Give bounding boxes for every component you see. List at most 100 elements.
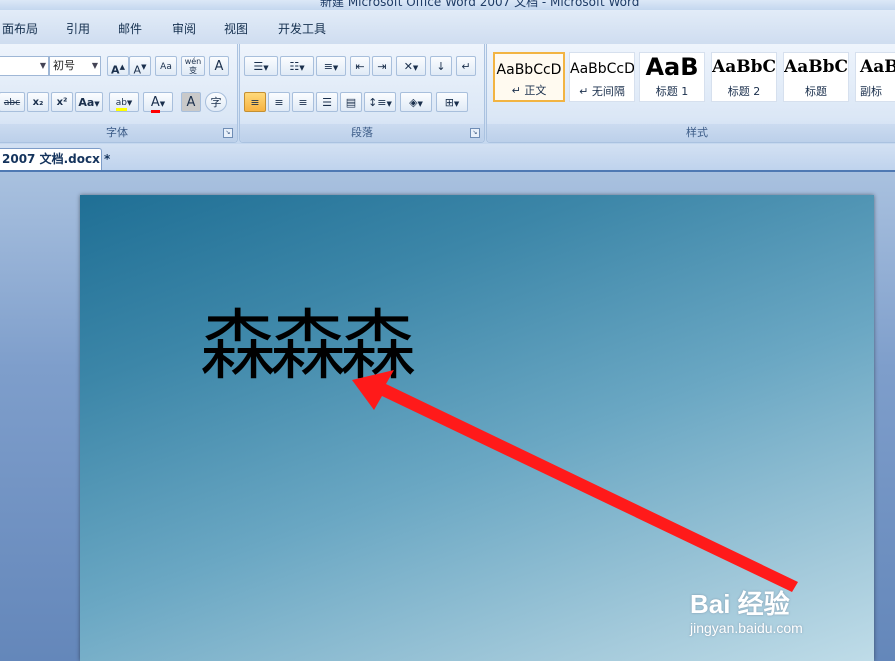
window-title: 新建 Microsoft Office Word 2007 文档 - Micro… (320, 0, 640, 9)
strikethrough-button[interactable]: abc (0, 92, 25, 112)
enclose-char-button[interactable]: 字 (205, 92, 227, 112)
document-tab[interactable]: 2007 文档.docx * (0, 148, 110, 170)
increase-indent-icon: ⇥ (377, 60, 387, 73)
numbered-list-icon: ☷ (289, 60, 300, 73)
style-name: 标题 2 (727, 85, 761, 98)
baidu-logo: Bai 经验 (690, 589, 790, 619)
font-color-button[interactable]: A▼ (143, 92, 173, 113)
style-sample: AaBbCcD (570, 61, 635, 77)
numbering-button[interactable]: ☷▼ (280, 56, 314, 76)
grow-font-button[interactable]: A▲ (107, 56, 129, 77)
dialog-launcher-icon[interactable]: ↘ (223, 128, 233, 138)
multilevel-list-icon: ≡ (323, 60, 333, 73)
enclose-label: 字 (210, 96, 222, 109)
font-size-combo[interactable]: 初号 ▼ (49, 56, 101, 76)
chevron-down-icon: ▼ (91, 61, 98, 70)
distributed-icon: ▤ (345, 96, 357, 109)
tab-review[interactable]: 审阅 (172, 20, 196, 37)
increase-indent-button[interactable]: ⇥ (372, 56, 392, 76)
line-spacing-icon: ↕≡ (368, 96, 387, 109)
chinese-layout-button[interactable]: ✕▼ (396, 56, 426, 76)
red-arrow-annotation (352, 370, 798, 592)
tab-developer[interactable]: 开发工具 (278, 20, 326, 37)
style-no-spacing[interactable]: AaBbCcD ↵ 无间隔 (569, 52, 635, 102)
align-right-button[interactable]: ≡ (292, 92, 314, 112)
highlight-button[interactable]: ab▼ (109, 92, 139, 112)
char-border-button[interactable]: A (209, 56, 229, 76)
style-normal[interactable]: AaBbCcD ↵ 正文 (493, 52, 565, 102)
highlighter-icon: ab (115, 98, 127, 111)
style-heading-1[interactable]: AaB 标题 1 (639, 52, 705, 102)
case-label: Aa (78, 96, 95, 109)
style-sample: AaBbC (784, 57, 848, 77)
style-name: 标题 1 (655, 85, 689, 98)
align-left-button[interactable]: ≡ (244, 92, 266, 112)
align-center-icon: ≡ (274, 96, 284, 109)
multilevel-list-button[interactable]: ≡▼ (316, 56, 346, 76)
sup-label: x² (56, 97, 68, 108)
font-size-value: 初号 (53, 59, 75, 72)
shrink-font-button[interactable]: A▼ (129, 56, 151, 77)
shrink-font-label: A (133, 63, 142, 77)
subscript-button[interactable]: x₂ (27, 92, 49, 112)
eraser-icon: Aa (160, 62, 172, 72)
tab-references[interactable]: 引用 (66, 20, 90, 37)
wen-char-icon: 变 (189, 66, 197, 75)
styles-group: AaBbCcD ↵ 正文 AaBbCcD ↵ 无间隔 AaB 标题 1 AaBb… (486, 44, 895, 143)
ribbon: ▼ 初号 ▼ A▲ A▼ Aa wén 变 A abc x₂ x² Aa▼ ab▼… (0, 44, 895, 144)
phonetic-label: wén (184, 57, 202, 66)
shade-label: A (186, 95, 196, 110)
bullets-button[interactable]: ☰▼ (244, 56, 278, 76)
style-subtitle[interactable]: AaB 副标 (855, 52, 895, 102)
superscript-button[interactable]: x² (51, 92, 73, 112)
style-name: ↵ 正文 (511, 84, 547, 97)
char-border-label: A (214, 59, 224, 74)
borders-button[interactable]: ⊞▼ (436, 92, 468, 112)
baidu-watermark: Bai 经验 jingyan.baidu.com (690, 568, 850, 640)
style-sample: AaB (645, 53, 699, 81)
paint-bucket-icon: ◈ (409, 96, 418, 109)
justify-button[interactable]: ☰ (316, 92, 338, 112)
clear-format-button[interactable]: Aa (155, 56, 177, 76)
sort-icon: ↓ (436, 60, 446, 73)
paragraph-group-label: 段落 (240, 124, 484, 142)
font-group-label: 字体 (0, 124, 237, 142)
ribbon-tabs: 面布局 引用 邮件 审阅 视图 开发工具 (0, 10, 895, 45)
chevron-down-icon: ▼ (39, 61, 46, 70)
strike-label: abc (3, 98, 21, 108)
tab-view[interactable]: 视图 (224, 20, 248, 37)
shading-button[interactable]: ◈▼ (400, 92, 432, 112)
font-name-combo[interactable]: ▼ (0, 56, 49, 76)
show-marks-button[interactable]: ↵ (456, 56, 476, 76)
tab-mailings[interactable]: 邮件 (118, 20, 142, 37)
paragraph-group: ☰▼ ☷▼ ≡▼ ⇤ ⇥ ✕▼ ↓ ↵ ≡ ≡ ≡ ☰ ▤ ↕≡▼ ◈▼ ⊞▼ … (239, 44, 485, 143)
style-title[interactable]: AaBbC 标题 (783, 52, 849, 102)
style-name: 副标 (860, 85, 882, 98)
style-heading-2[interactable]: AaBbC 标题 2 (711, 52, 777, 102)
border-grid-icon: ⊞ (444, 96, 454, 109)
distributed-button[interactable]: ▤ (340, 92, 362, 112)
chinese-layout-icon: ✕ (403, 60, 413, 73)
decrease-indent-button[interactable]: ⇤ (350, 56, 370, 76)
grow-font-label: A (111, 63, 120, 77)
styles-group-label: 样式 (487, 124, 895, 142)
title-bar: 新建 Microsoft Office Word 2007 文档 - Micro… (0, 0, 895, 10)
dialog-launcher-icon[interactable]: ↘ (470, 128, 480, 138)
phonetic-guide-button[interactable]: wén 变 (181, 56, 205, 76)
change-case-button[interactable]: Aa▼ (75, 92, 103, 112)
sort-button[interactable]: ↓ (430, 56, 452, 76)
style-name: 标题 (805, 85, 827, 98)
document-tab-strip: 2007 文档.docx * (0, 144, 895, 172)
style-sample: AaBbC (712, 57, 776, 77)
char-shading-button[interactable]: A (181, 92, 201, 112)
line-spacing-button[interactable]: ↕≡▼ (364, 92, 396, 112)
tab-page-layout[interactable]: 面布局 (2, 20, 38, 37)
pilcrow-icon: ↵ (461, 60, 471, 73)
font-color-icon: A (150, 95, 160, 113)
watermark-url: jingyan.baidu.com (690, 620, 803, 636)
arrow-shape (352, 370, 798, 592)
style-name: ↵ 无间隔 (579, 85, 625, 98)
align-center-button[interactable]: ≡ (268, 92, 290, 112)
align-right-icon: ≡ (298, 96, 308, 109)
style-sample: AaBbCcD (496, 62, 562, 78)
